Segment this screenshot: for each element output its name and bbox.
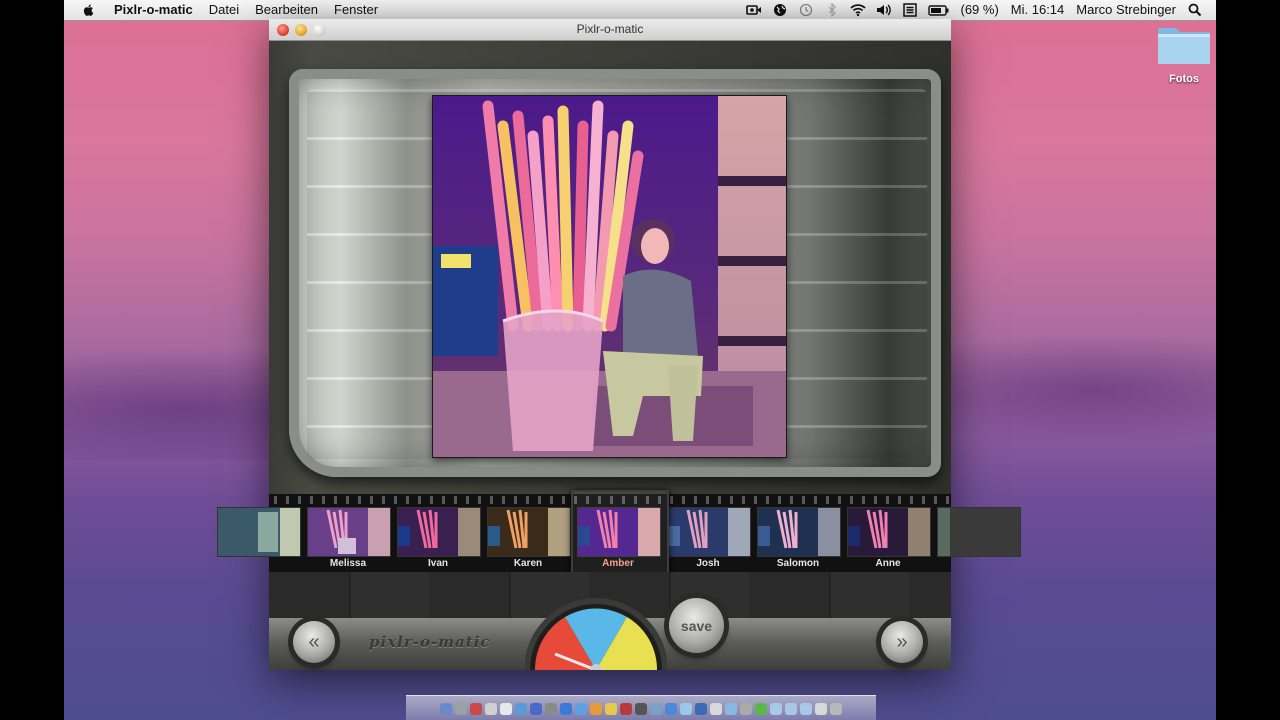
filter-thumb-0[interactable] xyxy=(217,507,301,557)
filter-thumb-josh[interactable] xyxy=(667,507,751,557)
facetime-camera-icon[interactable] xyxy=(745,3,762,17)
user-menu[interactable]: Marco Strebinger xyxy=(1070,0,1182,20)
dock-app-icon[interactable] xyxy=(650,702,662,715)
finder-icon[interactable] xyxy=(440,702,452,715)
folder-icon[interactable] xyxy=(785,702,797,715)
dock-app-icon[interactable] xyxy=(545,702,557,715)
previous-button[interactable]: « xyxy=(293,621,335,663)
dock-app-icon[interactable] xyxy=(605,702,617,715)
minimize-button[interactable] xyxy=(295,24,307,36)
calendar-icon[interactable] xyxy=(500,702,512,715)
save-button[interactable]: save xyxy=(669,598,724,653)
globe-icon[interactable] xyxy=(772,3,788,17)
filter-label-josh: Josh xyxy=(696,558,720,569)
dock-app-icon[interactable] xyxy=(530,702,542,715)
title-bar[interactable]: Pixlr-o-matic xyxy=(269,19,951,41)
folder-icon xyxy=(1158,28,1210,64)
app-menu[interactable]: Pixlr-o-matic xyxy=(106,0,201,20)
folder-icon[interactable] xyxy=(800,702,812,715)
dock-app-icon[interactable] xyxy=(575,702,587,715)
safari-icon[interactable] xyxy=(560,702,572,715)
dock-app-icon[interactable] xyxy=(485,702,497,715)
pixlr-logo: pixlr-o-matic xyxy=(369,633,491,651)
keyboard-layout-icon[interactable] xyxy=(902,3,918,17)
photo-preview xyxy=(432,95,787,458)
trash-icon[interactable] xyxy=(830,702,842,715)
desktop-folder-fotos[interactable]: Fotos xyxy=(1154,22,1214,85)
apple-icon[interactable] xyxy=(82,3,96,17)
filter-thumbnail xyxy=(938,508,1020,556)
selected-filter-highlight xyxy=(571,490,669,582)
firefox-icon[interactable] xyxy=(590,702,602,715)
menu-fenster[interactable]: Fenster xyxy=(326,0,386,20)
dock xyxy=(406,695,876,720)
time-machine-icon[interactable] xyxy=(798,3,814,17)
filter-label-melissa: Melissa xyxy=(329,558,367,569)
battery-icon[interactable] xyxy=(927,3,950,17)
dock-app-icon[interactable] xyxy=(755,702,767,715)
dashboard-icon[interactable] xyxy=(455,702,467,715)
spotlight-icon[interactable] xyxy=(1187,3,1203,17)
clock[interactable]: Mi. 16:14 xyxy=(1005,0,1070,20)
menu-bar: Pixlr-o-matic Datei Bearbeiten Fenster (… xyxy=(64,0,1216,21)
dock-app-icon[interactable] xyxy=(470,702,482,715)
dock-app-icon[interactable] xyxy=(680,702,692,715)
dock-app-icon[interactable] xyxy=(665,702,677,715)
close-button[interactable] xyxy=(277,24,289,36)
photo-viewer xyxy=(269,41,951,494)
app-window: Pixlr-o-matic Melissa Ivan Karen Amber J… xyxy=(217,19,1021,670)
filter-thumb-anne[interactable] xyxy=(847,507,931,557)
save-label: save xyxy=(680,617,713,634)
desktop: Pixlr-o-matic Datei Bearbeiten Fenster (… xyxy=(64,0,1216,720)
menu-bearbeiten[interactable]: Bearbeiten xyxy=(247,0,326,20)
dock-app-icon[interactable] xyxy=(725,702,737,715)
filter-thumb-melissa[interactable] xyxy=(307,507,391,557)
dock-app-icon[interactable] xyxy=(620,702,632,715)
filter-thumbnail xyxy=(668,508,750,556)
next-label: » xyxy=(896,630,908,653)
dock-app-icon[interactable] xyxy=(515,702,527,715)
filter-label-anne: Anne xyxy=(875,558,901,569)
filter-thumbnail xyxy=(218,508,300,556)
next-button[interactable]: » xyxy=(881,621,923,663)
dock-app-icon[interactable] xyxy=(695,702,707,715)
dock-app-icon[interactable] xyxy=(710,702,722,715)
filter-thumbnail xyxy=(308,508,390,556)
battery-percent[interactable]: (69 %) xyxy=(955,0,1005,20)
folder-label: Fotos xyxy=(1169,73,1199,85)
zoom-button[interactable] xyxy=(313,24,325,36)
dock-app-icon[interactable] xyxy=(740,702,752,715)
wifi-icon[interactable] xyxy=(849,3,866,17)
bluetooth-icon[interactable] xyxy=(824,3,840,17)
menu-datei[interactable]: Datei xyxy=(201,0,247,20)
filter-thumb-karen[interactable] xyxy=(487,507,571,557)
dock-app-icon[interactable] xyxy=(635,702,647,715)
document-icon[interactable] xyxy=(815,702,827,715)
filter-thumbnail xyxy=(488,508,570,556)
folder-icon[interactable] xyxy=(770,702,782,715)
filter-label-karen: Karen xyxy=(513,558,543,569)
filter-thumb-next[interactable] xyxy=(937,507,1021,557)
volume-icon[interactable] xyxy=(876,3,892,17)
window-title: Pixlr-o-matic xyxy=(576,22,644,36)
randomize-dial[interactable] xyxy=(525,590,667,670)
filter-thumb-salomon[interactable] xyxy=(757,507,841,557)
filter-thumb-ivan[interactable] xyxy=(397,507,481,557)
filter-label-salomon: Salomon xyxy=(776,558,820,569)
previous-label: « xyxy=(308,630,320,653)
filter-thumbnail xyxy=(848,508,930,556)
filter-thumbnail xyxy=(758,508,840,556)
filter-label-ivan: Ivan xyxy=(427,558,448,569)
filter-thumbnail xyxy=(398,508,480,556)
